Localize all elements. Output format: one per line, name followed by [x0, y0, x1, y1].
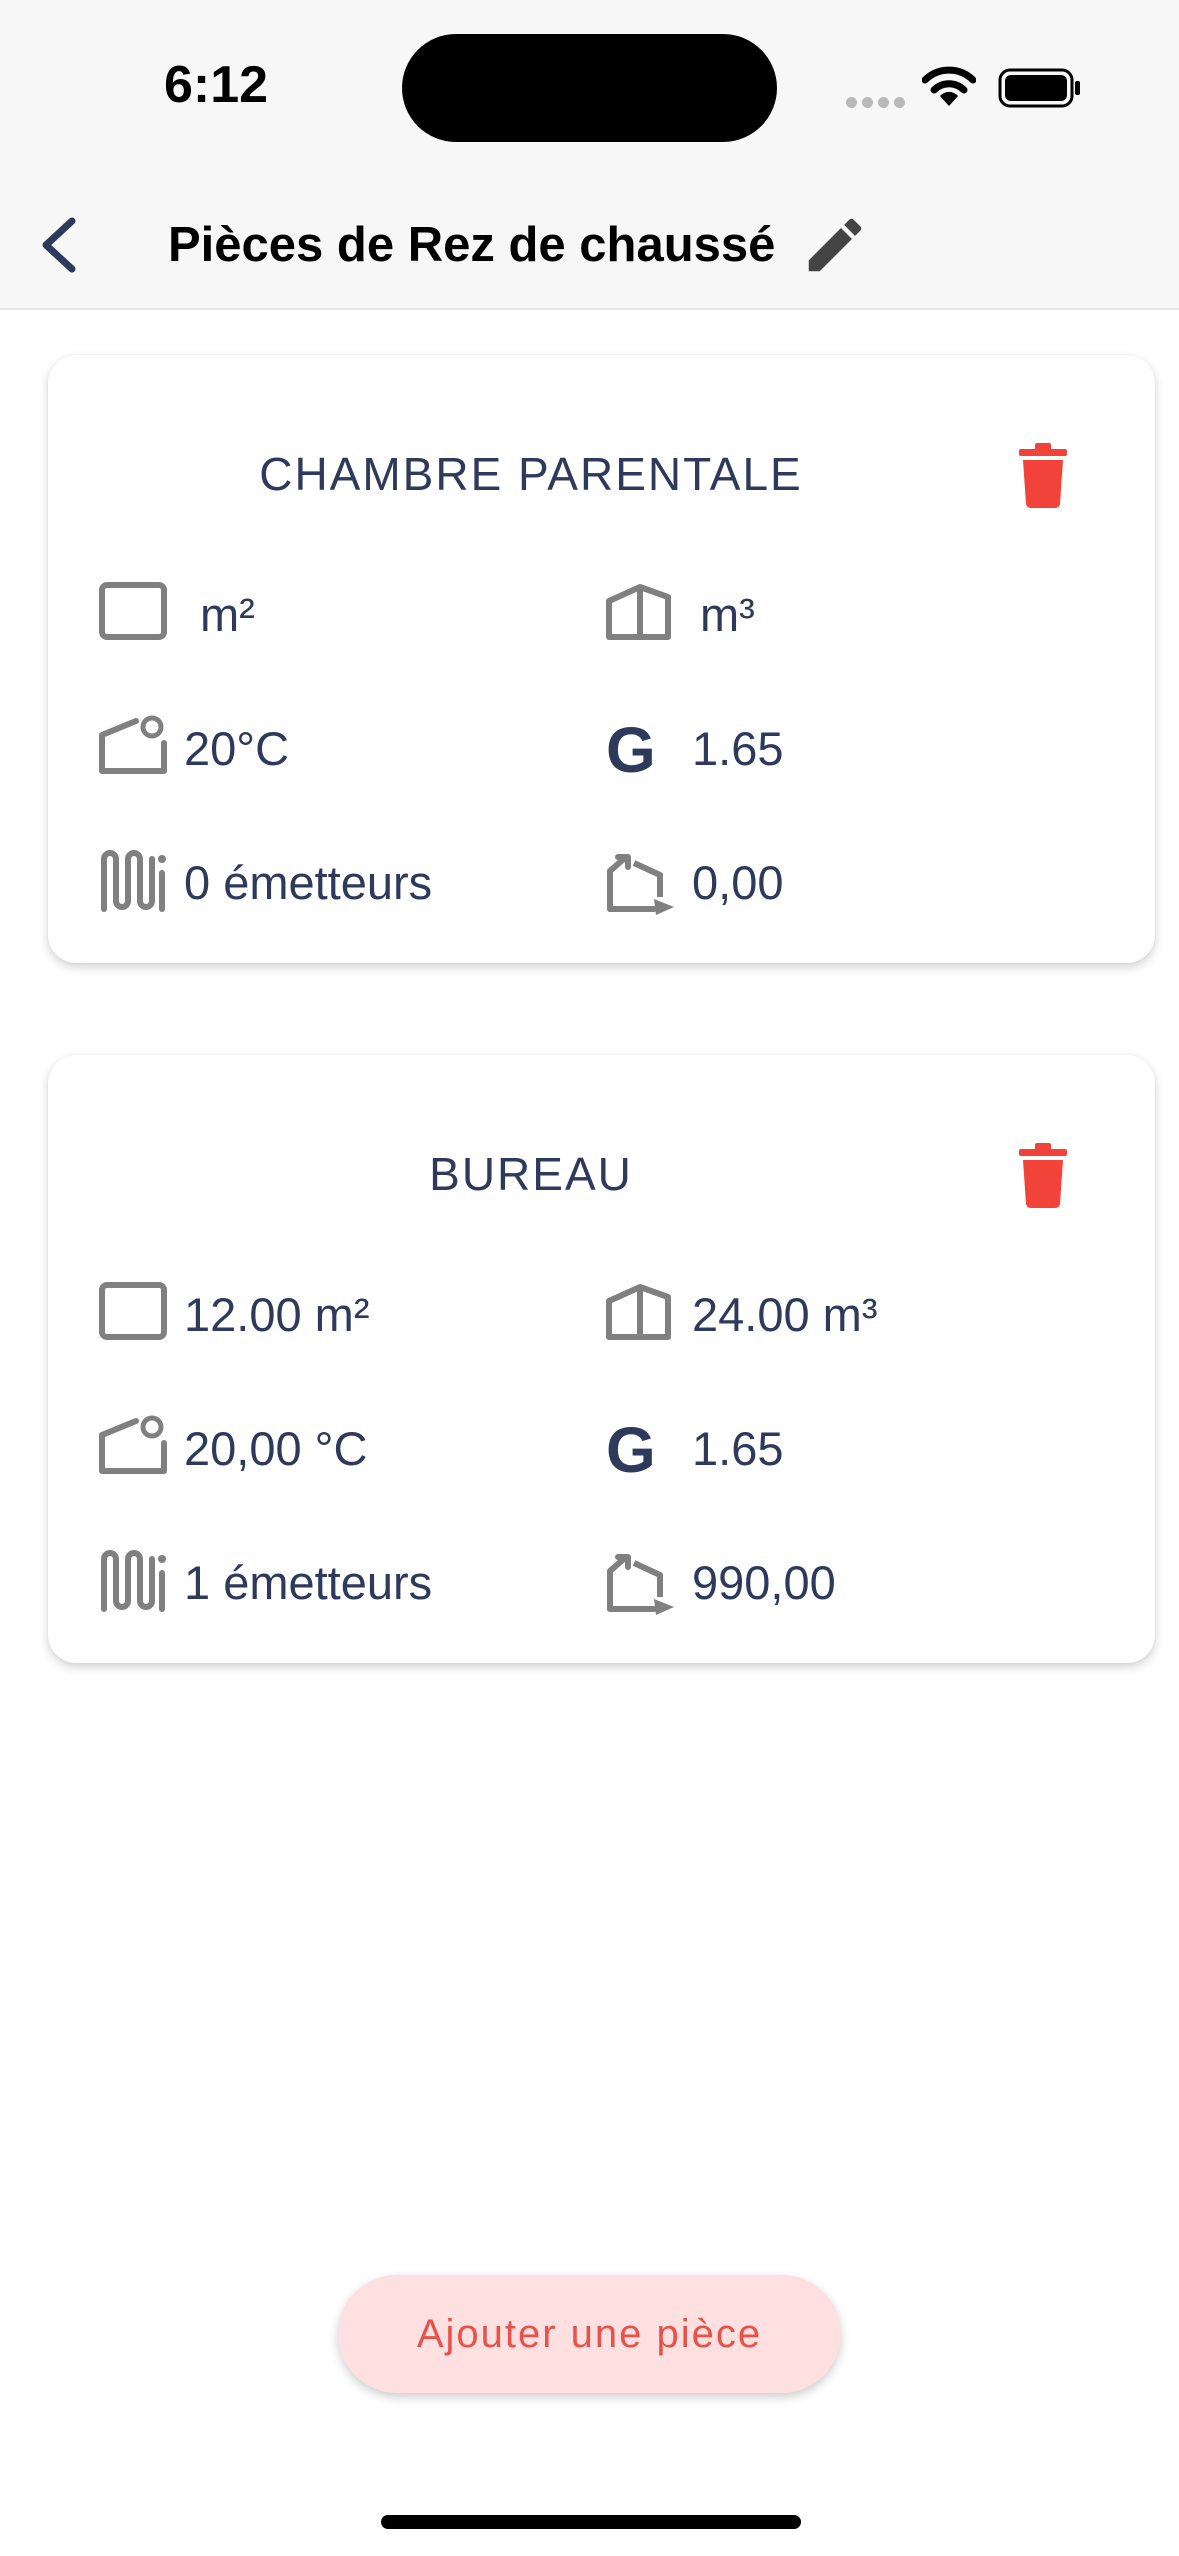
- room-name: CHAMBRE PARENTALE: [259, 448, 803, 500]
- back-button[interactable]: [30, 205, 100, 285]
- status-bar: 6:12: [0, 0, 1179, 175]
- edit-button[interactable]: [800, 210, 870, 280]
- volume-value: m³: [700, 588, 755, 641]
- heat-loss-icon: [607, 1554, 674, 1615]
- pencil-icon: [808, 218, 862, 272]
- chevron-left-icon: [42, 217, 76, 273]
- g-coefficient-value: 1.65: [692, 1422, 784, 1475]
- radiator-icon: [101, 850, 166, 912]
- volume-value: 24.00 m³: [692, 1288, 878, 1341]
- wifi-icon: [922, 66, 976, 106]
- surface-value: 12.00 m²: [184, 1288, 370, 1341]
- cellular-signal-icon: [846, 95, 910, 113]
- room-volume-icon: [606, 584, 671, 640]
- delete-room-button[interactable]: [1013, 440, 1073, 510]
- emitters-value: 0 émetteurs: [184, 856, 433, 909]
- delete-room-button[interactable]: [1013, 1140, 1073, 1210]
- power-value: 990,00: [692, 1556, 836, 1609]
- room-temperature-icon: [99, 715, 167, 774]
- home-indicator[interactable]: [381, 2515, 801, 2529]
- room-temperature-icon: [99, 1415, 167, 1474]
- g-coefficient-icon: G: [606, 714, 656, 786]
- navigation-bar: Pièces de Rez de chaussé: [0, 175, 1179, 310]
- temperature-value: 20,00 °C: [184, 1422, 368, 1475]
- battery-icon: [998, 68, 1080, 108]
- room-name: BUREAU: [429, 1148, 633, 1200]
- radiator-icon: [101, 1550, 166, 1612]
- room-volume-icon: [606, 1284, 671, 1340]
- surface-value: m²: [200, 588, 255, 641]
- g-coefficient-value: 1.65: [692, 722, 784, 775]
- heat-loss-icon: [607, 854, 674, 915]
- room-card[interactable]: BUREAU 12.00 m² 24.00 m³ 20,00 °C G 1.65: [48, 1055, 1155, 1663]
- power-value: 0,00: [692, 856, 784, 909]
- trash-icon: [1019, 1143, 1067, 1208]
- add-room-button[interactable]: Ajouter une pièce: [338, 2275, 841, 2393]
- page-title: Pièces de Rez de chaussé: [168, 218, 776, 272]
- trash-icon: [1019, 443, 1067, 508]
- floor-area-icon: [99, 1282, 167, 1340]
- temperature-value: 20°C: [184, 722, 290, 775]
- status-time: 6:12: [164, 56, 269, 114]
- g-coefficient-icon: G: [606, 1414, 656, 1486]
- emitters-value: 1 émetteurs: [184, 1556, 433, 1609]
- room-card[interactable]: CHAMBRE PARENTALE m² m³ 20°C G 1.65 0 ém…: [48, 355, 1155, 963]
- dynamic-island: [402, 34, 777, 142]
- floor-area-icon: [99, 582, 167, 640]
